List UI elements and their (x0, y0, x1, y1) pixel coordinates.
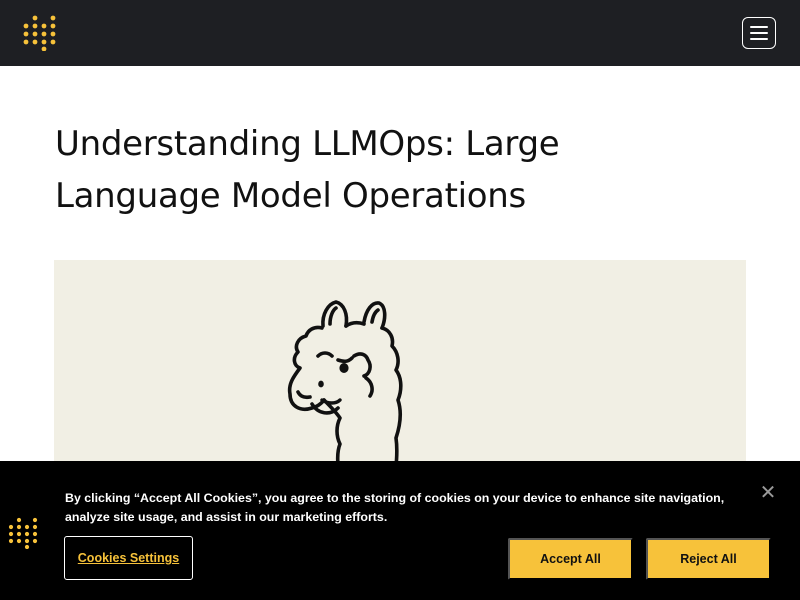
brand-logo-icon (8, 517, 38, 549)
cookie-notice-text: By clicking “Accept All Cookies”, you ag… (65, 491, 725, 524)
top-navigation-bar (0, 0, 800, 66)
cookie-consent-banner: By clicking “Accept All Cookies”, you ag… (0, 461, 800, 600)
cookies-settings-button[interactable]: Cookies Settings (64, 536, 193, 580)
hamburger-menu-icon (750, 38, 768, 40)
reject-all-button[interactable]: Reject All (646, 538, 771, 580)
hamburger-menu-icon (750, 26, 768, 28)
menu-button[interactable] (742, 17, 776, 49)
llama-illustration (287, 300, 403, 480)
close-icon[interactable]: ✕ (758, 483, 778, 503)
accept-all-button[interactable]: Accept All (508, 538, 633, 580)
hero-image (54, 260, 746, 480)
article-title: Understanding LLMOps: Large Language Mod… (55, 124, 560, 216)
hamburger-menu-icon (750, 32, 768, 34)
brand-logo-icon[interactable] (22, 15, 62, 51)
